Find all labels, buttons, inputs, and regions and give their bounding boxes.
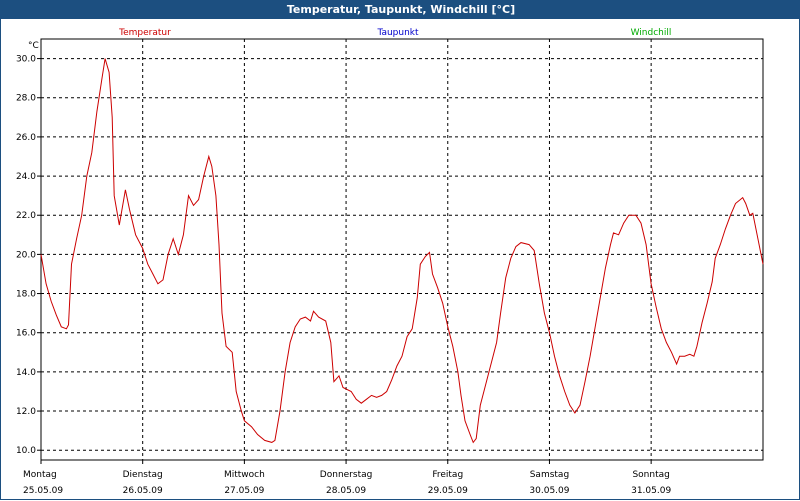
x-tick-date: 25.05.09: [23, 486, 63, 496]
y-tick-label: 20.0: [16, 250, 36, 260]
axes: [37, 38, 764, 464]
y-tick-label: 10.0: [16, 446, 36, 456]
x-tick-day: Freitag: [432, 470, 463, 480]
x-tick-date: 31.05.09: [631, 486, 671, 496]
x-tick-date: 30.05.09: [529, 486, 569, 496]
y-tick-label: 26.0: [16, 133, 36, 143]
x-tick-day: Donnerstag: [320, 470, 373, 480]
y-axis-unit: °C: [28, 41, 39, 51]
legend: Temperatur Taupunkt Windchill: [118, 28, 671, 38]
x-tick-day: Dienstag: [123, 470, 163, 480]
y-tick-label: 22.0: [16, 211, 36, 221]
y-tick-label: 30.0: [16, 55, 36, 65]
y-tick-label: 14.0: [16, 368, 36, 378]
x-tick-labels: Montag 25.05.09 Dienstag 26.05.09 Mittwoch 27…: [23, 470, 671, 496]
grid-lines: [41, 39, 763, 460]
x-tick-date: 26.05.09: [123, 486, 163, 496]
y-tick-label: 16.0: [16, 329, 36, 339]
temperature-chart: 10.0 12.0 14.0 16.0 18.0 20.0 22.0 24.0 26.0 28.0…: [16, 28, 764, 496]
plot-frame: [40, 38, 764, 461]
legend-entry: Taupunkt: [376, 28, 419, 38]
x-tick-day: Samstag: [530, 470, 569, 480]
x-tick-date: 28.05.09: [326, 486, 366, 496]
x-tick-date: 27.05.09: [224, 486, 264, 496]
series-line-temperatur: [40, 58, 764, 444]
x-tick-day: Montag: [23, 470, 57, 480]
y-tick-labels: 10.0 12.0 14.0 16.0 18.0 20.0 22.0 24.0 26.0 28.0…: [16, 55, 36, 457]
x-tick-day: Sonntag: [632, 470, 669, 480]
y-tick-label: 28.0: [16, 94, 36, 104]
x-tick-day: Mittwoch: [224, 470, 265, 480]
series-lines: [40, 58, 764, 444]
chart-window: Temperatur, Taupunkt, Windchill [°C] 10.…: [0, 0, 800, 500]
y-tick-label: 12.0: [16, 407, 36, 417]
x-tick-date: 29.05.09: [428, 486, 468, 496]
y-tick-label: 18.0: [16, 290, 36, 300]
legend-entry: Windchill: [631, 28, 672, 38]
legend-entry: Temperatur: [118, 28, 171, 38]
y-tick-label: 24.0: [16, 172, 36, 182]
